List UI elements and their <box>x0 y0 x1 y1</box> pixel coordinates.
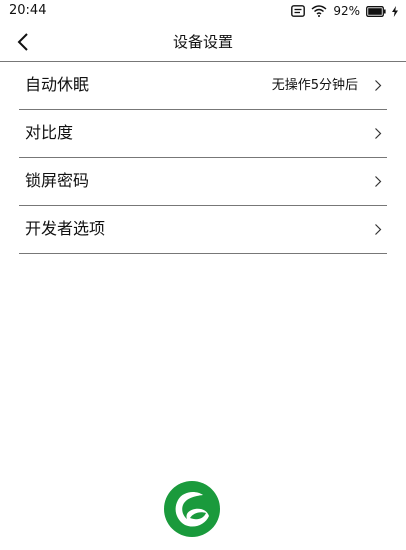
chevron-right-icon <box>375 128 382 139</box>
settings-item-developer-options[interactable]: 开发者选项 <box>19 206 387 254</box>
settings-item-label: 开发者选项 <box>25 219 106 238</box>
status-time: 20:44 <box>9 3 47 18</box>
notification-icon <box>291 5 306 17</box>
page-title: 设备设置 <box>172 33 233 51</box>
settings-item-label: 自动休眠 <box>25 75 90 94</box>
settings-item-label: 对比度 <box>25 123 74 142</box>
battery-percent: 92% <box>333 4 360 18</box>
status-bar: 20:44 92% <box>0 0 406 22</box>
battery-icon <box>366 5 386 17</box>
status-icons: 92% <box>291 3 398 19</box>
settings-list: 自动休眠 无操作5分钟后 对比度 锁屏密码 开发者选项 <box>19 62 387 254</box>
app-header: 设备设置 <box>0 22 406 62</box>
settings-item-label: 锁屏密码 <box>25 171 90 190</box>
chevron-right-icon <box>375 176 382 187</box>
settings-item-value: 无操作5分钟后 <box>271 78 358 93</box>
chevron-right-icon <box>375 224 382 235</box>
chevron-right-icon <box>375 80 382 91</box>
settings-item-lock-password[interactable]: 锁屏密码 <box>19 158 387 206</box>
brand-logo <box>164 481 220 537</box>
settings-item-contrast[interactable]: 对比度 <box>19 110 387 158</box>
charging-icon <box>392 5 398 17</box>
wifi-icon <box>311 5 327 17</box>
settings-item-auto-sleep[interactable]: 自动休眠 无操作5分钟后 <box>19 62 387 110</box>
